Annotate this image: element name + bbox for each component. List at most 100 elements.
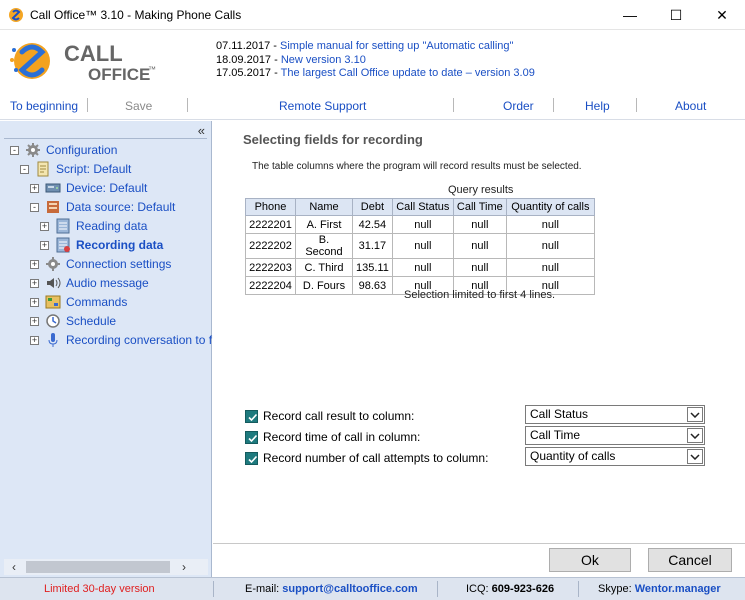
call-result-column-select[interactable]: Call Status: [525, 405, 705, 424]
app-icon: [8, 7, 24, 23]
toolbar-separator: [636, 98, 637, 112]
tree-item-audio-message[interactable]: + Audio message: [30, 274, 149, 292]
email-info: E-mail: support@calltooffice.com: [245, 583, 418, 595]
window-title: Call Office™ 3.10 - Making Phone Calls: [30, 8, 242, 22]
tree-item-label: Schedule: [66, 314, 117, 328]
skype-info: Skype: Wentor.manager: [598, 583, 721, 595]
about-button[interactable]: About: [675, 99, 706, 113]
scroll-left-icon[interactable]: ‹: [6, 559, 22, 575]
minimize-button[interactable]: —: [607, 0, 653, 30]
expand-icon[interactable]: +: [30, 335, 39, 345]
select-value: Call Status: [530, 407, 589, 421]
scroll-right-icon[interactable]: ›: [176, 559, 192, 575]
recording-data-icon: [55, 237, 71, 253]
call-time-column-select[interactable]: Call Time: [525, 426, 705, 445]
chevron-down-icon[interactable]: [687, 428, 703, 443]
table-cell: null: [505, 233, 595, 259]
clock-icon: [45, 313, 61, 329]
record-call-result-checkbox[interactable]: [245, 409, 258, 423]
tree-item-reading-data[interactable]: + Reading data: [40, 217, 147, 235]
selection-limit-note: Selection limited to first 4 lines.: [404, 289, 556, 301]
to-beginning-button[interactable]: To beginning: [10, 99, 78, 113]
tree-divider: [4, 138, 207, 139]
table-cell: null: [505, 215, 595, 234]
skype-link[interactable]: Wentor.manager: [635, 583, 721, 595]
tree-item-device[interactable]: + Device: Default: [30, 179, 147, 197]
status-separator: [437, 581, 438, 597]
email-link[interactable]: support@calltooffice.com: [282, 583, 417, 595]
license-status[interactable]: Limited 30-day version: [44, 583, 155, 595]
record-time-checkbox[interactable]: [245, 430, 258, 444]
configuration-tree: « - Configuration - Script: Default + De…: [0, 121, 212, 577]
expand-icon[interactable]: +: [30, 297, 39, 307]
chevron-down-icon[interactable]: [687, 407, 703, 422]
maximize-button[interactable]: ☐: [653, 0, 699, 30]
checkmark-icon: [248, 413, 258, 421]
order-button[interactable]: Order: [503, 99, 534, 113]
tree-horizontal-scrollbar[interactable]: ‹ ›: [4, 559, 208, 575]
cancel-button[interactable]: Cancel: [648, 548, 732, 572]
chevron-down-icon[interactable]: [687, 449, 703, 464]
tree-item-commands[interactable]: + Commands: [30, 293, 127, 311]
table-cell: 31.17: [352, 233, 393, 259]
option-label: Record number of call attempts to column…: [263, 451, 489, 465]
collapse-panel-button[interactable]: «: [198, 123, 205, 138]
call-attempts-column-select[interactable]: Quantity of calls: [525, 447, 705, 466]
header-banner: CALL OFFICE ™ 07.11.2017 - Simple manual…: [0, 30, 745, 92]
table-cell: A. First: [295, 215, 353, 234]
expand-icon[interactable]: +: [30, 316, 39, 326]
tree-item-recording-conversation[interactable]: + Recording conversation to f: [30, 331, 212, 349]
tree-item-label: Reading data: [76, 219, 148, 233]
option-label: Record call result to column:: [263, 409, 415, 423]
tree-item-script[interactable]: - Script: Default: [20, 160, 131, 178]
checkmark-icon: [248, 434, 258, 442]
tree-item-recording-data[interactable]: + Recording data: [40, 236, 163, 254]
tree-item-data-source[interactable]: - Data source: Default: [30, 198, 175, 216]
expand-icon[interactable]: -: [10, 145, 19, 155]
call-office-logo: CALL OFFICE ™: [8, 36, 158, 86]
gear-icon: [25, 142, 41, 158]
tree-item-configuration[interactable]: - Configuration: [10, 141, 117, 159]
option-label: Record time of call in column:: [263, 430, 421, 444]
ok-button[interactable]: Ok: [549, 548, 631, 572]
expand-icon[interactable]: +: [40, 221, 49, 231]
tree-item-label: Recording data: [76, 238, 164, 252]
logo-text-call: CALL: [64, 41, 123, 66]
tree-item-schedule[interactable]: + Schedule: [30, 312, 116, 330]
expand-icon[interactable]: +: [30, 278, 39, 288]
remote-support-button[interactable]: Remote Support: [279, 99, 366, 113]
news-link[interactable]: Simple manual for setting up "Automatic …: [280, 40, 513, 52]
column-header: Call Time: [452, 198, 507, 216]
column-header: Phone: [245, 198, 296, 216]
news-item: 18.09.2017 - New version 3.10: [216, 53, 366, 66]
news-list: 07.11.2017 - Simple manual for setting u…: [216, 40, 535, 81]
news-link[interactable]: The largest Call Office update to date –…: [281, 67, 535, 79]
expand-icon[interactable]: +: [30, 259, 39, 269]
device-icon: [45, 180, 61, 196]
expand-icon[interactable]: -: [20, 164, 29, 174]
table-cell: null: [452, 215, 507, 234]
help-button[interactable]: Help: [585, 99, 610, 113]
record-attempts-checkbox[interactable]: [245, 451, 258, 465]
checkmark-icon: [248, 455, 258, 463]
main-content: Selecting fields for recording The table…: [213, 121, 745, 544]
expand-icon[interactable]: +: [30, 183, 39, 193]
news-link[interactable]: New version 3.10: [281, 54, 366, 66]
logo-trademark: ™: [148, 65, 156, 74]
option-record-call-result: Record call result to column:: [245, 408, 414, 424]
expand-icon[interactable]: -: [30, 202, 39, 212]
table-header-row: Phone Name Debt Call Status Call Time Qu…: [245, 198, 595, 216]
save-button[interactable]: Save: [125, 99, 152, 113]
section-description: The table columns where the program will…: [252, 161, 582, 172]
speaker-icon: [45, 275, 61, 291]
title-bar: Call Office™ 3.10 - Making Phone Calls —…: [0, 0, 745, 30]
icq-info: ICQ: 609-923-626: [466, 583, 555, 595]
select-value: Call Time: [530, 428, 581, 442]
tree-item-connection-settings[interactable]: + Connection settings: [30, 255, 171, 273]
column-header: Debt: [352, 198, 393, 216]
scrollbar-thumb[interactable]: [26, 561, 170, 573]
expand-icon[interactable]: +: [40, 240, 49, 250]
news-item: 17.05.2017 - The largest Call Office upd…: [216, 67, 535, 79]
close-button[interactable]: ✕: [699, 0, 745, 30]
table-cell: 42.54: [352, 215, 393, 234]
